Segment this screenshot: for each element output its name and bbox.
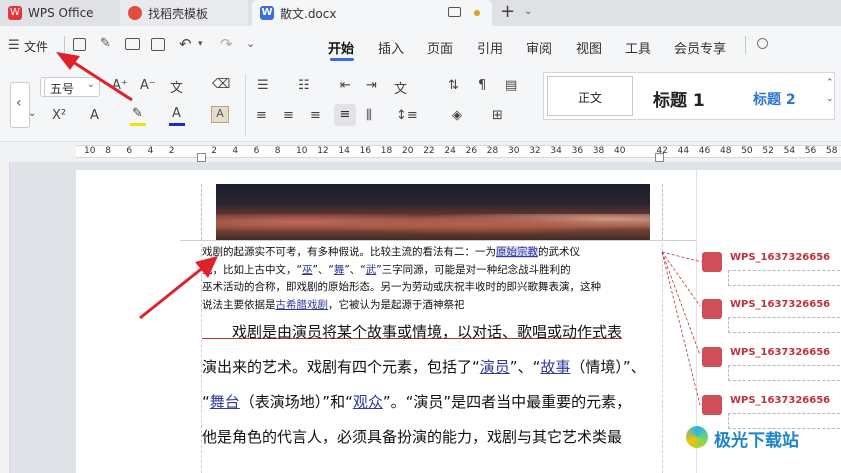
annotation-arrows <box>56 52 218 320</box>
watermark-logo-icon <box>686 426 708 448</box>
watermark-text: 极光下载站 <box>714 431 799 451</box>
watermark: 极光下载站 <box>686 424 836 452</box>
